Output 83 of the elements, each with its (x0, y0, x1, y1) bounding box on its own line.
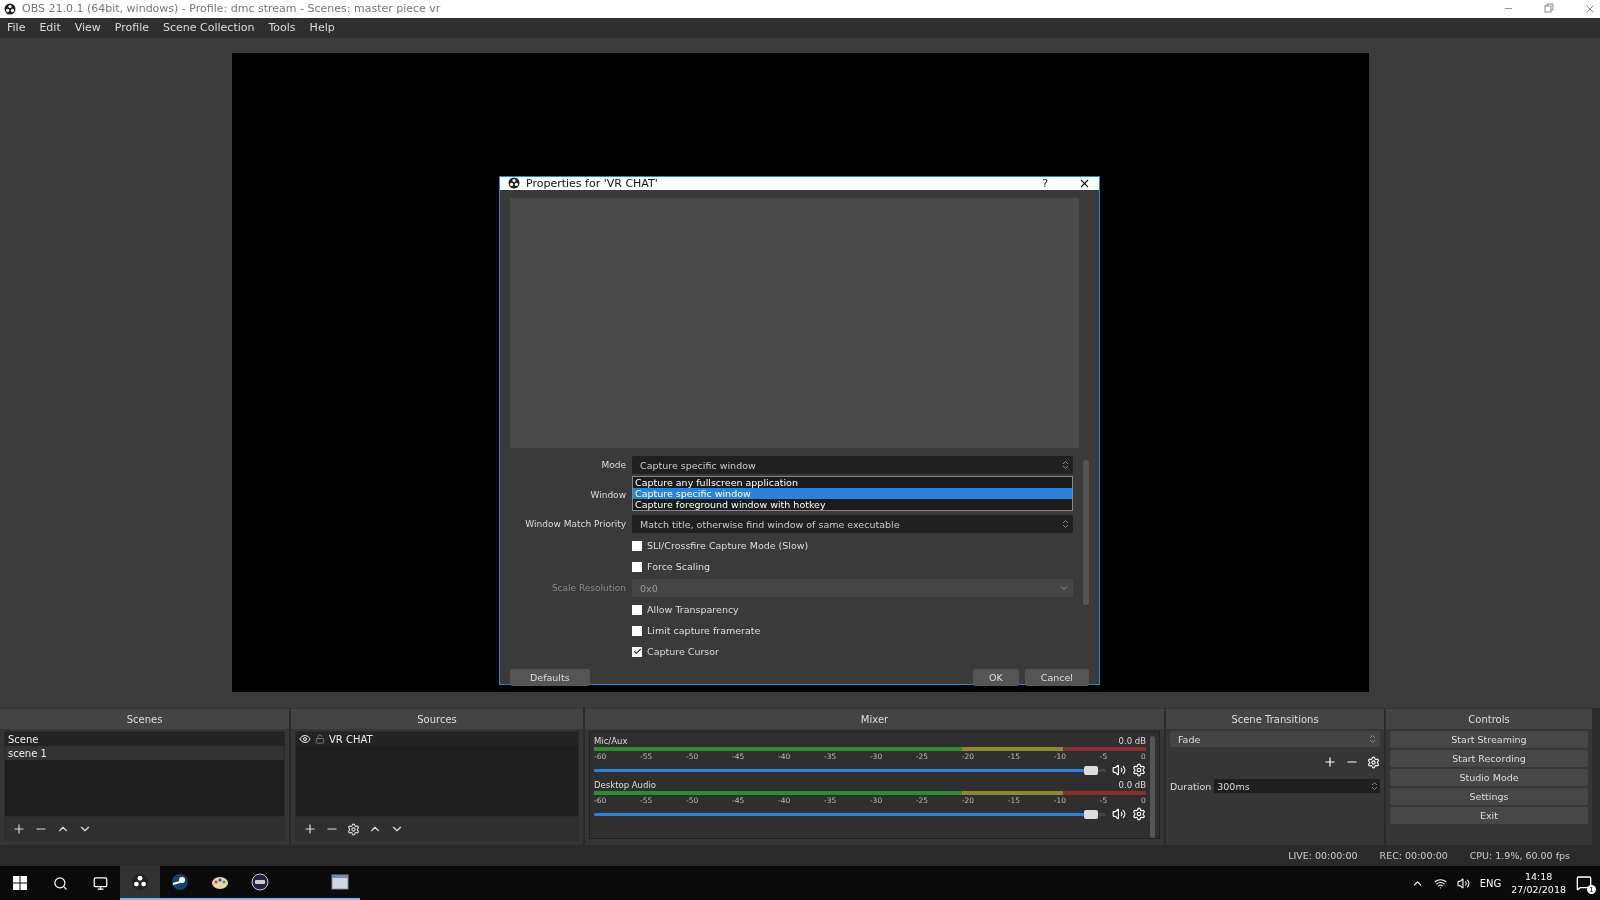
clock[interactable]: 14:18 27/02/2018 (1511, 870, 1566, 897)
dock-title: Scenes (0, 709, 289, 730)
channel-reading: 0.0 dB (1118, 736, 1146, 747)
speaker-icon[interactable] (1112, 807, 1126, 822)
speaker-icon[interactable] (1456, 876, 1470, 890)
window-title: OBS 21.0.1 (64bit, windows) - Profile: dmc stream - Scenes: master piece vr (22, 2, 441, 16)
menu-item[interactable]: View (67, 21, 108, 35)
field-label: Mode (600, 460, 627, 471)
checkbox-label: Allow Transparency (647, 604, 739, 616)
dropdown-option[interactable]: Capture any fullscreen application (633, 476, 1072, 488)
dropdown-field[interactable]: Match title, otherwise find window of same executable (632, 515, 1073, 534)
add-icon[interactable] (12, 822, 26, 837)
settings-icon[interactable] (347, 822, 360, 836)
control-button[interactable]: Exit (1390, 807, 1588, 825)
dialog-title: Properties for 'VR CHAT' (526, 176, 658, 190)
spin-arrows-icon (1369, 734, 1376, 745)
scene-item[interactable]: scene 1 (5, 746, 284, 761)
checkbox-label: SLI/Crossfire Capture Mode (Slow) (647, 540, 809, 552)
scene-item[interactable]: Scene (5, 732, 284, 747)
control-button[interactable]: Start Streaming (1390, 731, 1588, 749)
notification-icon[interactable] (1576, 875, 1592, 892)
spin-arrows-icon (1371, 781, 1378, 792)
dialog-button[interactable]: OK (973, 668, 1019, 686)
volume-slider[interactable] (594, 768, 1106, 772)
volume-slider[interactable] (594, 812, 1106, 816)
source-item[interactable]: VR CHAT (296, 732, 578, 747)
windows-start-icon[interactable] (13, 876, 27, 891)
search-icon[interactable] (52, 875, 68, 891)
spin-arrows-icon (1062, 460, 1069, 471)
taskbar-app[interactable] (120, 866, 160, 900)
status-text: CPU: 1.9%, 60.00 fps (1469, 850, 1570, 862)
wifi-icon[interactable] (1433, 876, 1447, 890)
duration-label: Duration (1170, 780, 1212, 792)
control-button[interactable]: Studio Mode (1390, 769, 1588, 787)
checkbox[interactable] (632, 540, 642, 551)
channel-name: Mic/Aux (594, 736, 628, 747)
dialog-button[interactable]: Cancel (1024, 668, 1089, 686)
menu-item[interactable]: Edit (32, 21, 68, 35)
checkbox[interactable] (632, 625, 642, 636)
dock-title: Controls (1386, 709, 1592, 730)
channel-name: Desktop Audio (594, 780, 656, 791)
vr-icon (251, 873, 269, 892)
add-icon[interactable] (303, 822, 317, 837)
menu-item[interactable]: Tools (261, 21, 303, 35)
help-button[interactable]: ? (1042, 176, 1048, 190)
dropdown-option[interactable]: Capture specific window (633, 487, 1072, 499)
language-indicator[interactable]: ENG (1479, 877, 1502, 889)
control-button[interactable]: Settings (1390, 788, 1588, 806)
status-text: LIVE: 00:00:00 (1288, 850, 1358, 862)
status-text: REC: 00:00:00 (1379, 850, 1448, 862)
dropdown-option[interactable]: Capture foreground window with hotkey (633, 498, 1072, 510)
menu-item[interactable]: Scene Collection (156, 21, 262, 35)
source-name: VR CHAT (329, 733, 373, 745)
transition-select[interactable]: Fade (1170, 731, 1380, 748)
menu-item[interactable]: File (0, 21, 33, 35)
dock-title: Sources (291, 709, 583, 730)
checkbox[interactable] (632, 604, 642, 615)
dock-title: Scene Transitions (1166, 709, 1384, 730)
dropdown-field[interactable]: Capture specific window (632, 456, 1073, 475)
unlock-icon[interactable] (315, 734, 325, 745)
dock-title: Mixer (585, 709, 1164, 730)
speaker-icon[interactable] (1112, 763, 1126, 778)
eye-icon[interactable] (299, 733, 311, 746)
obs-logo-icon (131, 873, 149, 892)
spin-arrows-icon (1062, 519, 1069, 530)
field-label: Window (589, 489, 627, 500)
dialog-button[interactable]: Defaults (510, 668, 590, 686)
duration-field[interactable]: 300ms (1214, 779, 1380, 794)
add-icon[interactable] (1323, 755, 1337, 770)
menu-item[interactable]: Help (302, 21, 342, 35)
checkbox[interactable] (632, 561, 642, 572)
control-button[interactable]: Start Recording (1390, 750, 1588, 768)
checkbox-label: Limit capture framerate (647, 625, 761, 637)
checkbox[interactable] (632, 646, 642, 657)
field-label: Window Match Priority (524, 519, 627, 530)
window-icon (331, 874, 349, 891)
checkbox-label: Capture Cursor (647, 646, 720, 658)
field-label: Scale Resolution (550, 583, 627, 594)
task-view-icon[interactable] (92, 875, 108, 891)
steam-icon (171, 873, 189, 892)
checkbox-label: Force Scaling (647, 561, 711, 573)
channel-reading: 0.0 dB (1118, 780, 1146, 791)
menu-item[interactable]: Profile (107, 21, 157, 35)
